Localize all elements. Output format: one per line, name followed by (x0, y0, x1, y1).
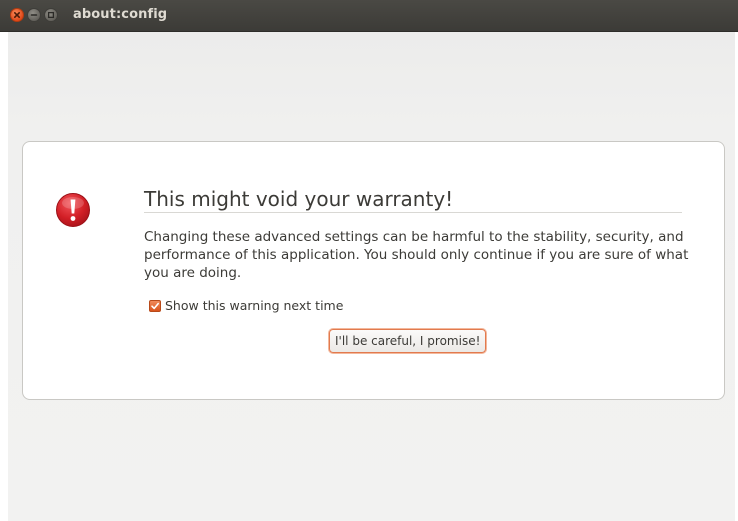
minimize-icon (30, 14, 38, 16)
page-content: This might void your warranty! Changing … (0, 32, 738, 521)
browser-window: about:config This might void your warran… (0, 0, 738, 521)
show-warning-label: Show this warning next time (165, 298, 344, 313)
close-icon (14, 12, 20, 18)
minimize-window-button[interactable] (27, 8, 41, 22)
show-warning-option[interactable]: Show this warning next time (149, 298, 343, 313)
close-window-button[interactable] (10, 8, 24, 22)
accept-risk-button[interactable]: I'll be careful, I promise! (329, 329, 487, 353)
checkmark-icon (151, 302, 159, 309)
window-controls (10, 8, 58, 24)
maximize-window-button[interactable] (44, 8, 58, 22)
window-title: about:config (73, 7, 168, 22)
window-border-left (0, 32, 8, 521)
exclamation-icon (56, 193, 90, 227)
maximize-icon (47, 11, 55, 19)
show-warning-checkbox[interactable] (149, 299, 161, 312)
warning-panel: This might void your warranty! Changing … (22, 141, 725, 400)
warning-message: Changing these advanced settings can be … (144, 229, 689, 281)
title-bar: about:config (0, 0, 738, 32)
warning-heading: This might void your warranty! (144, 187, 454, 211)
heading-divider (144, 212, 682, 213)
